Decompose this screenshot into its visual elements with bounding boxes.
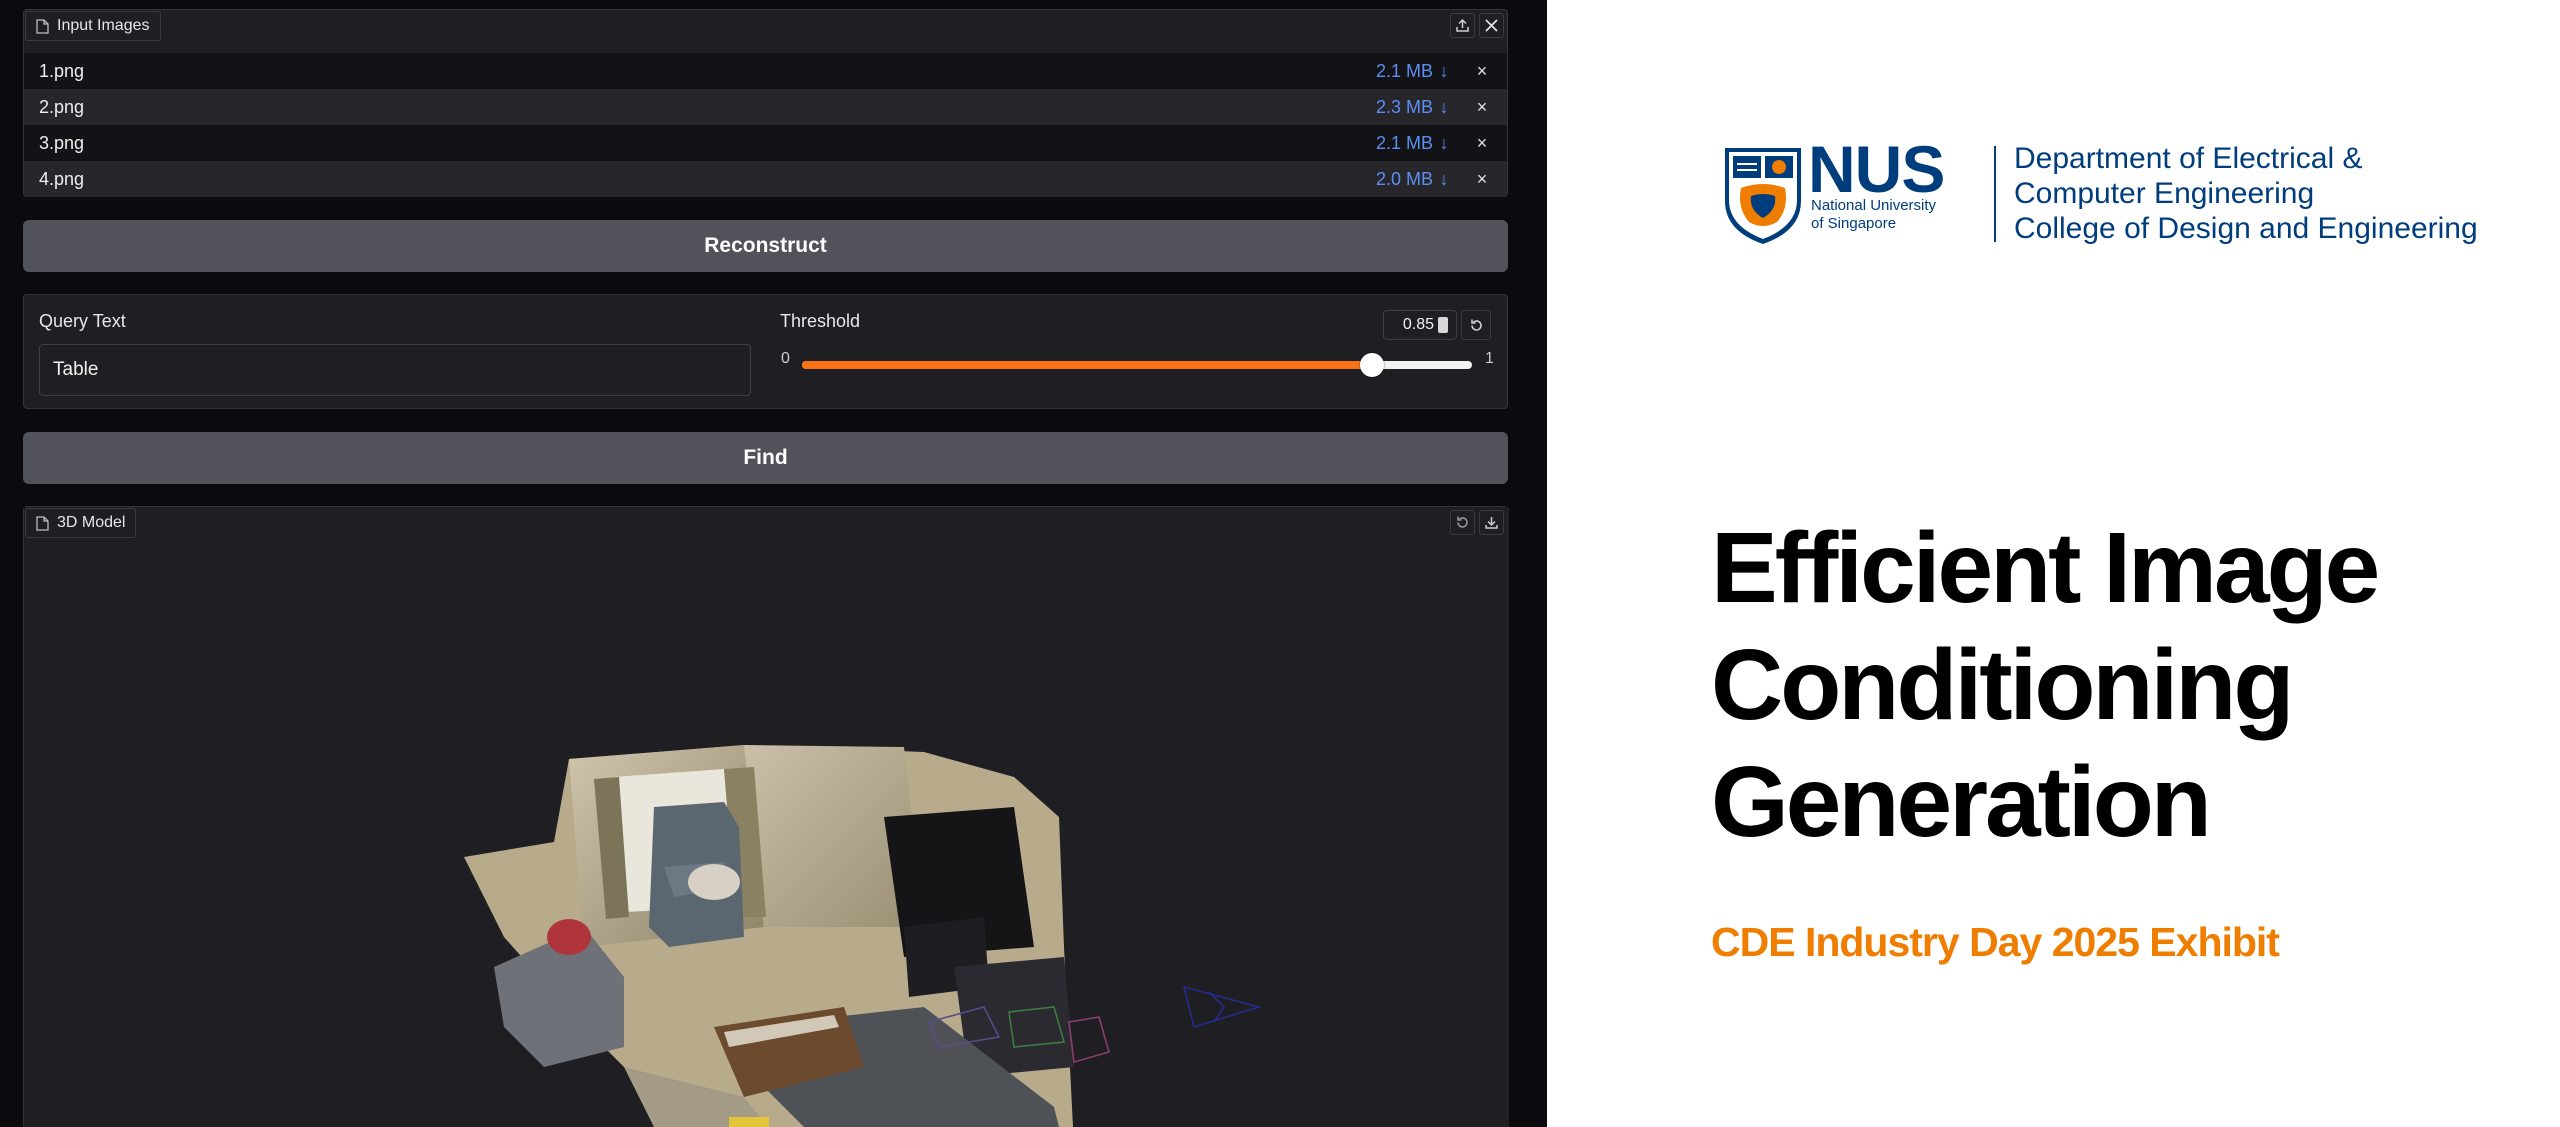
3d-viewport[interactable] bbox=[24, 507, 1509, 1127]
input-images-panel: Input Images 1.png 2.1 MB ↓ × 2.png 2.3 … bbox=[23, 9, 1508, 197]
threshold-reset-button[interactable] bbox=[1461, 310, 1491, 340]
input-images-label: Input Images bbox=[25, 11, 161, 41]
download-model-button[interactable] bbox=[1479, 510, 1504, 535]
file-row: 1.png 2.1 MB ↓ × bbox=[24, 53, 1507, 89]
query-panel: Query Text Table Threshold 0.85 0 1 bbox=[23, 294, 1508, 409]
logo-subtitle-line: National University bbox=[1811, 197, 1937, 214]
remove-file-button[interactable]: × bbox=[1471, 169, 1493, 190]
threshold-value: 0.85 bbox=[1402, 316, 1434, 333]
file-row: 3.png 2.1 MB ↓ × bbox=[24, 125, 1507, 161]
remove-file-button[interactable]: × bbox=[1471, 133, 1493, 154]
app-panel: Input Images 1.png 2.1 MB ↓ × 2.png 2.3 … bbox=[0, 0, 1547, 1127]
download-icon[interactable]: ↓ bbox=[1437, 97, 1451, 118]
title-line: Efficient Image bbox=[1711, 512, 2380, 624]
nus-logo: NUS National University of Singapore Dep… bbox=[1723, 136, 2483, 254]
spinner-icon[interactable] bbox=[1438, 317, 1448, 333]
file-name: 1.png bbox=[39, 60, 85, 81]
download-icon[interactable]: ↓ bbox=[1437, 61, 1451, 82]
file-row: 2.png 2.3 MB ↓ × bbox=[24, 89, 1507, 125]
file-size-link[interactable]: 2.1 MB bbox=[1376, 61, 1433, 82]
logo-divider bbox=[1994, 146, 1996, 242]
exhibit-subtitle: CDE Industry Day 2025 Exhibit bbox=[1711, 919, 2280, 965]
nus-wordmark: NUS bbox=[1808, 132, 1945, 206]
department-line: College of Design and Engineering bbox=[2014, 212, 2478, 245]
logo-subtitle-line: of Singapore bbox=[1811, 215, 1897, 232]
file-list: 1.png 2.1 MB ↓ × 2.png 2.3 MB ↓ × 3.png … bbox=[24, 53, 1507, 197]
nus-crest-icon bbox=[1725, 148, 1801, 244]
threshold-slider[interactable] bbox=[802, 353, 1472, 377]
query-text-input[interactable]: Table bbox=[39, 344, 751, 396]
title-line: Generation bbox=[1711, 746, 2212, 858]
reset-icon bbox=[1470, 319, 1482, 331]
slider-min-label: 0 bbox=[781, 350, 790, 367]
threshold-number-input[interactable]: 0.85 bbox=[1383, 310, 1457, 340]
remove-file-button[interactable]: × bbox=[1471, 61, 1493, 82]
file-size-link[interactable]: 2.3 MB bbox=[1376, 97, 1433, 118]
slider-thumb[interactable] bbox=[1359, 353, 1384, 377]
branding-panel: NUS National University of Singapore Dep… bbox=[1547, 0, 2560, 1127]
upload-button[interactable] bbox=[1450, 13, 1475, 38]
file-icon bbox=[36, 18, 49, 34]
download-icon[interactable]: ↓ bbox=[1437, 133, 1451, 154]
download-icon bbox=[1485, 517, 1498, 529]
file-size-link[interactable]: 2.0 MB bbox=[1376, 169, 1433, 190]
file-icon bbox=[36, 515, 49, 531]
undo-button[interactable] bbox=[1450, 510, 1475, 535]
threshold-label: Threshold bbox=[780, 311, 861, 331]
file-name: 2.png bbox=[39, 96, 85, 117]
remove-file-button[interactable]: × bbox=[1471, 97, 1493, 118]
file-name: 4.png bbox=[39, 168, 85, 189]
undo-icon bbox=[1457, 516, 1468, 528]
3d-model-label: 3D Model bbox=[25, 508, 137, 538]
clear-button[interactable] bbox=[1479, 13, 1504, 38]
close-icon bbox=[1485, 19, 1498, 32]
slider-max-label: 1 bbox=[1485, 350, 1494, 367]
file-name: 3.png bbox=[39, 132, 85, 153]
download-icon[interactable]: ↓ bbox=[1437, 169, 1451, 190]
3d-model-panel: 3D Model bbox=[23, 506, 1509, 1127]
title-line: Conditioning bbox=[1711, 629, 2294, 741]
department-line: Computer Engineering bbox=[2014, 177, 2315, 210]
upload-icon bbox=[1456, 18, 1469, 32]
query-text-label: Query Text bbox=[39, 311, 126, 331]
find-button[interactable]: Find bbox=[23, 432, 1508, 484]
slider-fill bbox=[802, 361, 1372, 369]
file-size-link[interactable]: 2.1 MB bbox=[1376, 133, 1433, 154]
file-row: 4.png 2.0 MB ↓ × bbox=[24, 161, 1507, 197]
department-line: Department of Electrical & bbox=[2014, 142, 2363, 175]
reconstruct-button[interactable]: Reconstruct bbox=[23, 220, 1508, 272]
